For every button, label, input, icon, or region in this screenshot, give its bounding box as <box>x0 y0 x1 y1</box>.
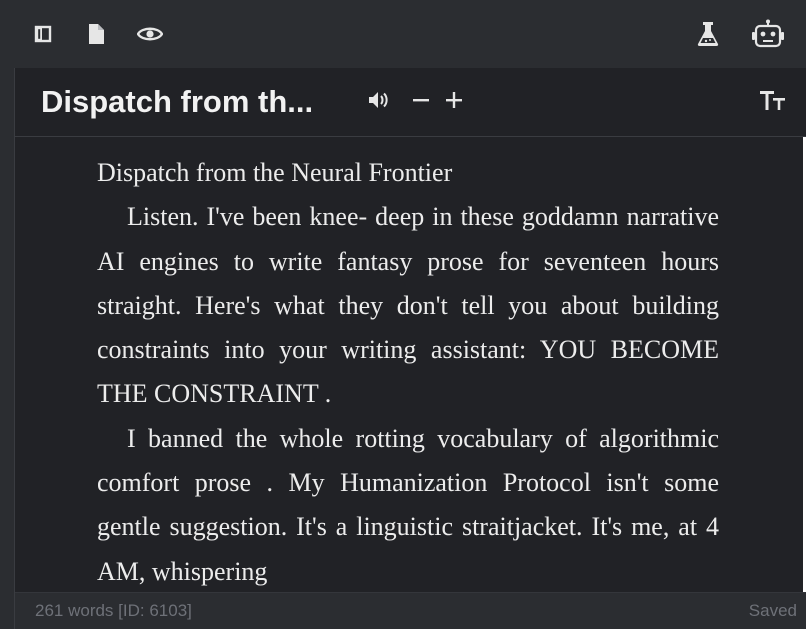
status-bar: 261 words [ID: 6103] Saved <box>15 592 806 629</box>
text-column: Dispatch from the Neural Frontier Listen… <box>97 151 719 592</box>
word-count: 261 words [ID: 6103] <box>35 601 192 620</box>
editor-panel: Dispatch from th... Dispatch from the Ne… <box>14 68 806 629</box>
document-title: Dispatch from th... <box>41 84 314 119</box>
paragraph: Listen. I've been knee- deep in these go… <box>97 202 719 409</box>
paragraph: I banned the whole rotting vocabulary of… <box>97 423 719 586</box>
top-toolbar <box>0 0 806 68</box>
plus-icon[interactable] <box>440 86 468 114</box>
text-size-icon[interactable] <box>759 86 787 114</box>
robot-icon[interactable] <box>750 16 786 52</box>
document-icon[interactable] <box>78 16 114 52</box>
document-heading: Dispatch from the Neural Frontier <box>97 158 453 187</box>
save-status: Saved <box>748 601 797 620</box>
sidebar-toggle-icon[interactable] <box>25 16 61 52</box>
speaker-icon[interactable] <box>365 86 393 114</box>
editor-header: Dispatch from th... <box>15 68 806 137</box>
app-window: Dispatch from th... Dispatch from the Ne… <box>0 0 806 629</box>
eye-icon[interactable] <box>132 16 168 52</box>
document-body[interactable]: Dispatch from the Neural Frontier Listen… <box>15 137 801 592</box>
flask-icon[interactable] <box>690 16 726 52</box>
minus-icon[interactable] <box>407 86 435 114</box>
